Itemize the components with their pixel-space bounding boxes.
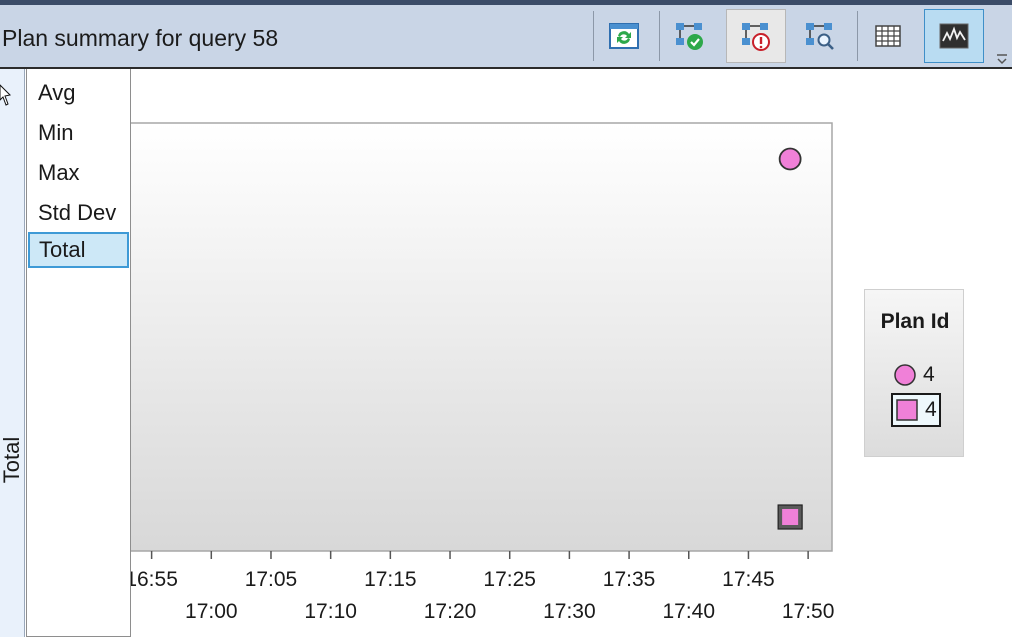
metric-option-max[interactable]: Max — [28, 155, 129, 191]
legend-title: Plan Id — [880, 310, 950, 333]
metric-option-avg[interactable]: Avg — [28, 75, 129, 111]
metric-dropdown[interactable]: Avg Min Max Std Dev Total — [26, 69, 131, 637]
x-axis-bottom-tick-label: 17:20 — [424, 600, 477, 623]
x-axis-top-tick-label: 17:45 — [722, 568, 775, 591]
x-axis-top-tick-label: 16:55 — [125, 568, 178, 591]
legend-label: 4 — [925, 398, 937, 421]
x-axis-top-tick-label: 17:05 — [245, 568, 298, 591]
metric-option-total[interactable]: Total — [28, 232, 129, 268]
plot-area — [79, 122, 833, 552]
metric-option-min[interactable]: Min — [28, 115, 129, 151]
legend-label: 4 — [923, 363, 935, 386]
legend-entry-circle[interactable]: 4 — [893, 358, 935, 392]
square-marker-icon — [896, 399, 918, 421]
x-axis-bottom-tick-label: 17:30 — [543, 600, 596, 623]
metric-option-std-dev[interactable]: Std Dev — [28, 195, 129, 231]
x-axis-top-tick-label: 17:15 — [364, 568, 417, 591]
x-axis-bottom-tick-label: 17:10 — [304, 600, 357, 623]
x-axis: 16:55 17:05 17:15 17:25 17:35 17:45 17:00 17:10… — [125, 551, 834, 623]
scatter-chart: 16:55 17:05 17:15 17:25 17:35 17:45 17:00 17:10… — [79, 122, 834, 623]
circle-marker-icon — [894, 364, 916, 386]
x-axis-top-tick-label: 17:25 — [483, 568, 536, 591]
chart-legend: Plan Id 4 4 — [864, 289, 964, 457]
x-axis-bottom-tick-label: 17:50 — [782, 600, 835, 623]
legend-entry-square[interactable]: 4 — [891, 393, 941, 427]
data-point-circle-plan-4[interactable] — [778, 147, 802, 171]
x-axis-top-tick-label: 17:35 — [603, 568, 656, 591]
x-axis-bottom-tick-label: 17:40 — [662, 600, 715, 623]
x-axis-bottom-tick-label: 17:00 — [185, 600, 238, 623]
data-point-square-plan-4[interactable] — [777, 504, 803, 530]
